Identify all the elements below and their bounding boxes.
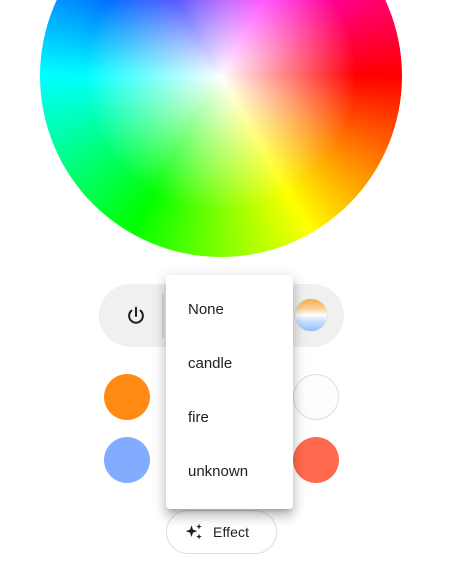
menu-item-candle[interactable]: candle (166, 336, 293, 390)
effect-button-label: Effect (213, 524, 250, 540)
light-more-info-dialog: Effect None candle fire unknown (0, 0, 450, 562)
color-wheel[interactable] (40, 0, 402, 257)
control-divider (162, 294, 164, 338)
preset-swatch-blue[interactable] (104, 437, 150, 483)
sparkle-icon (185, 523, 202, 540)
preset-swatch-white[interactable] (293, 374, 339, 420)
power-toggle-button[interactable] (113, 293, 159, 339)
menu-item-fire[interactable]: fire (166, 390, 293, 444)
power-icon (128, 306, 144, 324)
menu-item-unknown[interactable]: unknown (166, 444, 293, 498)
preset-swatch-red[interactable] (293, 437, 339, 483)
preset-swatch-orange[interactable] (104, 374, 150, 420)
effect-button[interactable]: Effect (166, 510, 277, 554)
effect-dropdown-menu: None candle fire unknown (166, 275, 293, 509)
color-temperature-button[interactable] (294, 298, 328, 332)
menu-item-none[interactable]: None (166, 282, 293, 336)
